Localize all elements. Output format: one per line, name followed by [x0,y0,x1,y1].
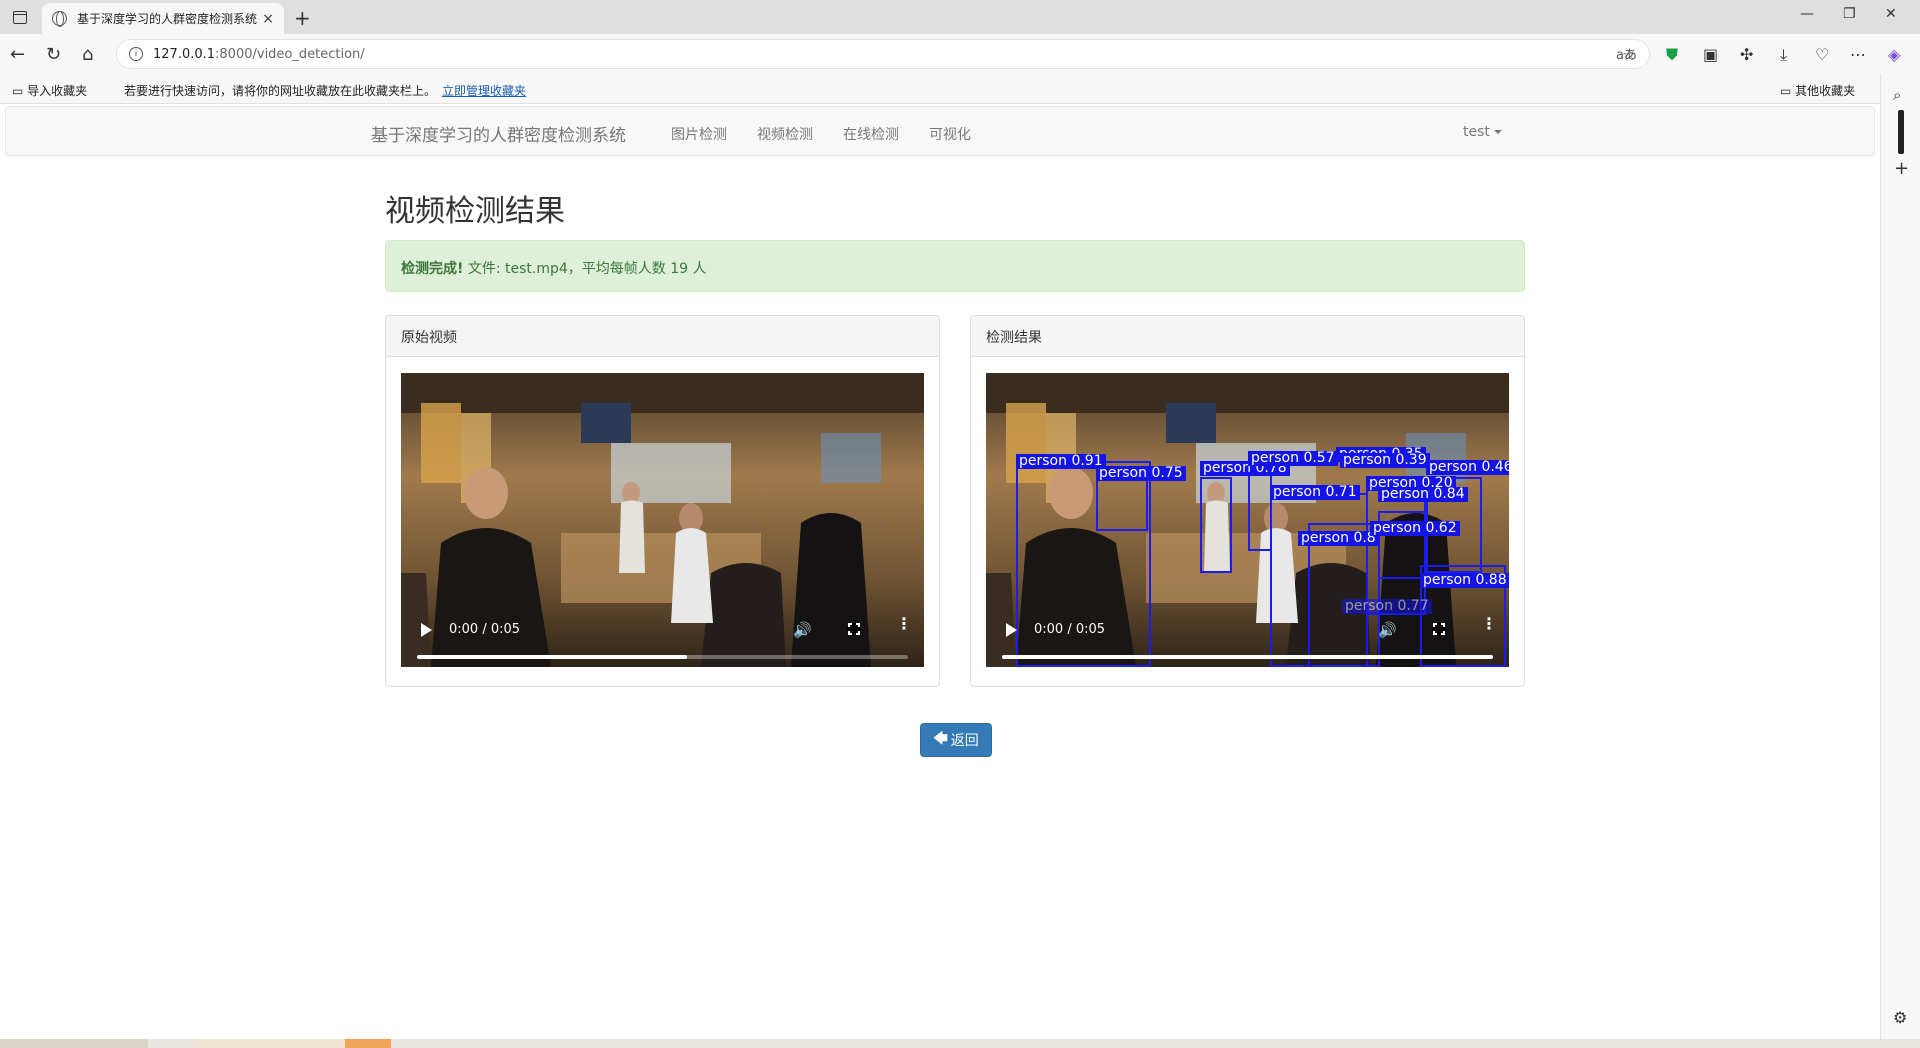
fullscreen-icon[interactable] [847,622,861,636]
progress-track[interactable] [1002,655,1493,659]
site-navbar: 基于深度学习的人群密度检测系统 图片检测 视频检测 在线检测 可视化 test [5,106,1875,156]
detection-box [1200,477,1232,573]
video-controls-original: 0:00 / 0:05 🔊 ⋮ [401,607,924,667]
play-icon[interactable] [1006,623,1017,637]
main-container: 视频检测结果 检测完成! 文件: test.mp4，平均每帧人数 19 人 原始… [385,186,1525,687]
detection-label: person 0.39 [1340,453,1430,468]
extension-icon[interactable]: ▣ [1703,45,1718,64]
nav-visualization[interactable]: 可视化 [929,124,971,144]
taskbar-segment [0,1039,148,1048]
nav-video-detection[interactable]: 视频检测 [757,124,813,144]
url-host: 127.0.0.1 [153,46,216,62]
detection-label: person 0.84 [1378,487,1468,502]
favorite-star-icon[interactable]: ☆ [1622,45,1636,64]
detection-label: person 0.8 [1298,531,1379,546]
extensions-puzzle-icon[interactable]: ✣ [1740,45,1753,64]
search-icon[interactable]: ⌕ [1893,86,1901,104]
performance-icon[interactable]: ♡ [1815,45,1829,64]
detection-label: person 0.71 [1270,485,1360,500]
manage-favorites-link[interactable]: 立即管理收藏夹 [442,84,526,98]
alert-message: 文件: test.mp4，平均每帧人数 19 人 [463,261,707,277]
restore-icon[interactable]: ❐ [1843,6,1856,22]
browser-sidebar: ⌕ + ⚙ [1880,74,1920,1048]
nav-online-detection[interactable]: 在线检测 [843,124,899,144]
detection-label: person 0.57 [1248,451,1338,466]
progress-track[interactable] [417,655,908,659]
fullscreen-icon[interactable] [1432,622,1446,636]
original-video-panel: 原始视频 0:00 / 0:05 🔊 ⋮ [385,315,940,687]
copilot-icon[interactable]: ◈ [1888,45,1900,64]
other-favorites-button[interactable]: ▭ 其他收藏夹 [1780,82,1855,99]
tab-title: 基于深度学习的人群密度检测系统 [77,12,257,26]
detection-label: person 0.91 [1016,454,1106,469]
sidebar-app-icon[interactable] [1898,110,1904,154]
detection-label: person 0.46 [1426,460,1509,475]
tab-actions-icon[interactable] [10,7,30,27]
navbar-brand[interactable]: 基于深度学习的人群密度检测系统 [371,121,626,146]
refresh-icon[interactable]: ↻ [46,44,61,65]
browser-tab[interactable]: 基于深度学习的人群密度检测系统 × [42,3,284,34]
video-time: 0:00 / 0:05 [449,622,521,637]
volume-icon[interactable]: 🔊 [1378,621,1397,639]
close-window-icon[interactable]: ✕ [1885,6,1897,22]
detection-box [1248,467,1272,551]
shield-extension-icon[interactable]: ⛊ [1666,45,1678,65]
panel-heading-original: 原始视频 [386,316,939,357]
detection-label: person 0.75 [1096,466,1186,481]
other-favorites-label: 其他收藏夹 [1795,84,1856,98]
alert-strong: 检测完成! [401,261,464,277]
settings-gear-icon[interactable]: ⚙ [1893,1008,1907,1027]
success-alert: 检测完成! 文件: test.mp4，平均每帧人数 19 人 [385,240,1525,292]
result-video-panel: 检测结果 person 0.91 person 0.75 person 0.78… [970,315,1525,687]
arrow-left-icon: 🡄 [933,731,948,747]
volume-icon[interactable]: 🔊 [793,621,812,639]
bookmarks-hint: 若要进行快速访问，请将你的网址收藏放在此收藏夹栏上。 [124,84,437,98]
url-input[interactable]: i 127.0.0.1:8000/video_detection/ aあ [116,39,1650,69]
video-controls-result: 0:00 / 0:05 🔊 ⋮ [986,607,1509,667]
back-button-label: 返回 [950,733,979,749]
detection-label: person 0.62 [1370,521,1460,536]
site-info-icon[interactable]: i [129,47,143,61]
taskbar-segment [345,1039,391,1048]
downloads-icon[interactable]: ⤓ [1780,45,1787,65]
caret-down-icon [1493,130,1502,134]
user-dropdown[interactable]: test [1463,124,1502,140]
original-video-player[interactable]: 0:00 / 0:05 🔊 ⋮ [401,373,924,667]
detection-box [1096,473,1148,531]
import-favorites-button[interactable]: ▭ 导入收藏夹 [12,82,87,99]
detection-label: person 0.88 [1420,573,1509,588]
tab-close-icon[interactable]: × [262,11,274,27]
progress-fill [1002,655,1493,659]
home-icon[interactable]: ⌂ [82,44,93,65]
add-sidebar-icon[interactable]: + [1894,158,1909,179]
address-toolbar: ← ↻ ⌂ i 127.0.0.1:8000/video_detection/ … [0,34,1920,74]
bookmarks-bar: ▭ 导入收藏夹 若要进行快速访问，请将你的网址收藏放在此收藏夹栏上。 立即管理收… [0,74,1920,104]
more-menu-icon[interactable]: ⋯ [1850,45,1866,64]
globe-icon [52,11,67,27]
taskbar-segment [195,1039,345,1048]
more-options-icon[interactable]: ⋮ [896,616,912,632]
new-tab-button[interactable]: + [294,6,311,30]
page-title: 视频检测结果 [385,194,565,229]
back-icon[interactable]: ← [10,44,25,65]
import-favorites-label: 导入收藏夹 [27,84,88,98]
play-icon[interactable] [421,623,432,637]
taskbar-strip [0,1039,1920,1048]
browser-tab-bar: 基于深度学习的人群密度检测系统 × + — ❐ ✕ [0,0,1920,34]
video-time: 0:00 / 0:05 [1034,622,1106,637]
nav-image-detection[interactable]: 图片检测 [671,124,727,144]
result-video-player[interactable]: person 0.91 person 0.75 person 0.78 pers… [986,373,1509,667]
url-path: :8000/video_detection/ [215,46,365,62]
panel-heading-result: 检测结果 [971,316,1524,357]
user-name: test [1463,124,1490,140]
minimize-icon[interactable]: — [1800,6,1814,22]
more-options-icon[interactable]: ⋮ [1481,616,1497,632]
back-button[interactable]: 🡄 返回 [920,723,992,757]
progress-fill [417,655,688,659]
page-viewport: 基于深度学习的人群密度检测系统 图片检测 视频检测 在线检测 可视化 test … [0,104,1880,1039]
